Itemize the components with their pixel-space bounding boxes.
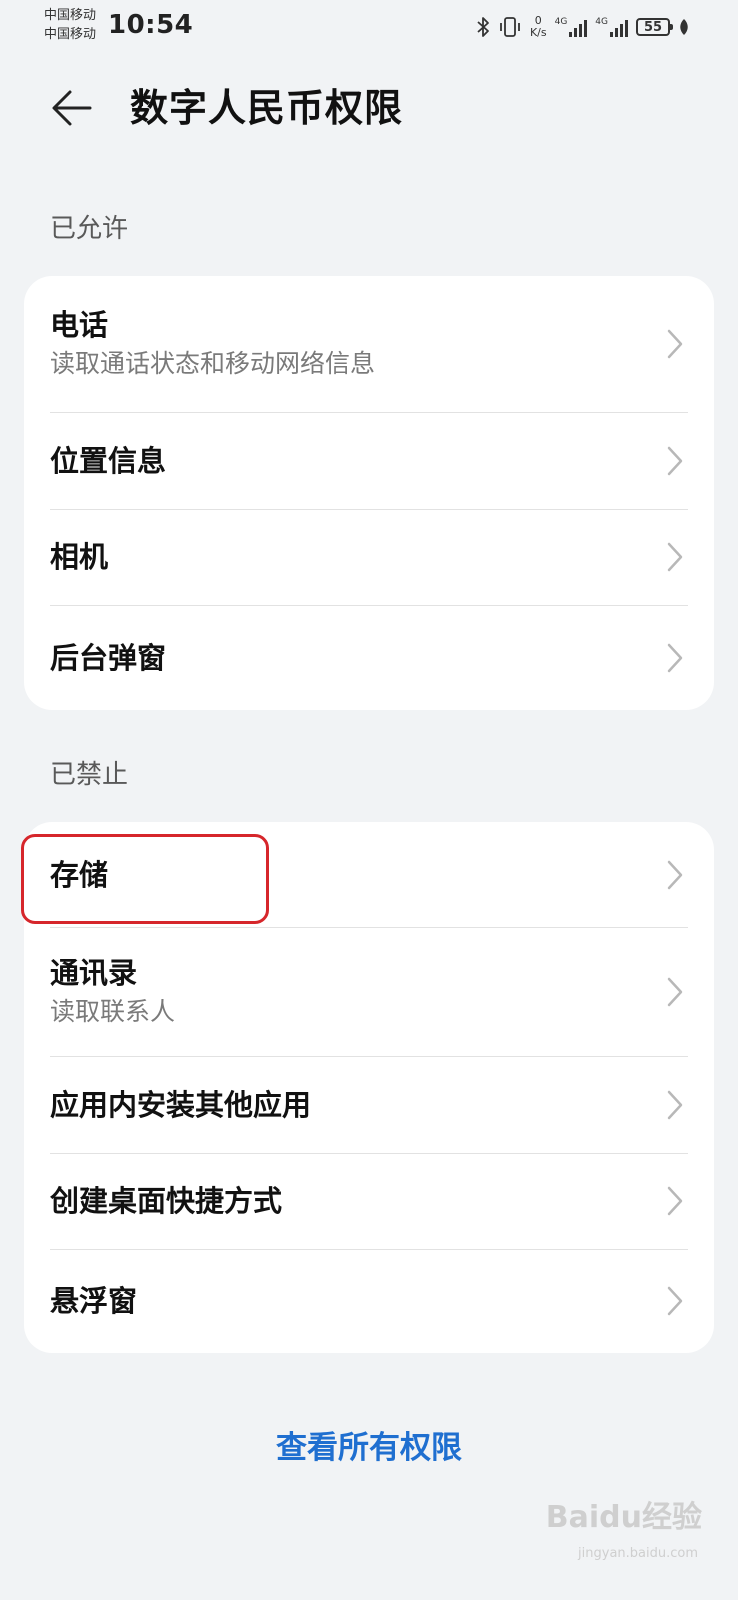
permission-row-phone[interactable]: 电话 读取通话状态和移动网络信息 — [24, 276, 714, 412]
baidu-watermark: Baidu经验 — [545, 1500, 702, 1535]
network-type-1: 4G — [554, 17, 568, 27]
permission-title: 位置信息 — [50, 443, 167, 478]
chevron-right-icon — [667, 860, 683, 889]
chevron-right-icon — [667, 977, 683, 1006]
permission-title: 应用内安装其他应用 — [50, 1087, 312, 1122]
network-type-2: 4G — [595, 17, 608, 27]
allowed-permissions-card: 电话 读取通话状态和移动网络信息 位置信息 相机 后台弹窗 — [24, 276, 714, 710]
permission-title: 相机 — [50, 540, 109, 574]
page-title: 数字人民币权限 — [130, 86, 404, 130]
signal-1: 4G — [555, 17, 588, 37]
arrow-left-icon — [52, 90, 92, 126]
leaf-icon — [680, 19, 688, 35]
signal-bars-1-icon — [569, 17, 588, 37]
chevron-right-icon — [667, 542, 683, 572]
chevron-right-icon — [667, 1090, 683, 1119]
chevron-right-icon — [667, 1186, 683, 1216]
chevron-right-icon — [667, 1286, 683, 1316]
carrier-2: 中国移动 — [44, 27, 97, 42]
section-label-allowed: 已允许 — [50, 214, 129, 244]
status-bar: 中国移动 中国移动 10:54 0 K/s 4G 4G 55 — [0, 0, 738, 52]
status-time: 10:54 — [108, 10, 194, 40]
permission-title: 创建桌面快捷方式 — [50, 1184, 283, 1218]
permission-row-install-apps[interactable]: 应用内安装其他应用 — [24, 1056, 714, 1153]
carrier-names: 中国移动 中国移动 — [44, 6, 96, 44]
permission-title: 通讯录 — [50, 955, 138, 990]
back-button[interactable] — [46, 82, 98, 134]
permission-title: 悬浮窗 — [50, 1284, 138, 1318]
permission-row-contacts[interactable]: 通讯录 读取联系人 — [24, 927, 714, 1056]
chevron-right-icon — [667, 643, 683, 672]
highlight-annotation-box — [21, 834, 269, 924]
permission-subtitle: 读取联系人 — [50, 996, 176, 1026]
permission-row-shortcut[interactable]: 创建桌面快捷方式 — [24, 1153, 714, 1249]
battery-level: 55 — [643, 19, 663, 35]
battery-icon: 55 — [636, 18, 673, 36]
permission-row-camera[interactable]: 相机 — [24, 509, 714, 605]
section-label-denied: 已禁止 — [50, 760, 129, 790]
permission-subtitle: 读取通话状态和移动网络信息 — [50, 349, 376, 378]
signal-bars-2-icon — [610, 17, 628, 37]
baidu-watermark-url: jingyan.baidu.com — [578, 1546, 698, 1561]
bluetooth-icon — [477, 17, 489, 37]
network-speed: 0 K/s — [530, 15, 547, 39]
permission-row-floating-window[interactable]: 悬浮窗 — [24, 1249, 714, 1353]
view-all-permissions-link[interactable]: 查看所有权限 — [0, 1426, 738, 1470]
permission-title: 后台弹窗 — [50, 640, 167, 675]
chevron-right-icon — [667, 329, 683, 359]
speed-unit: K/s — [529, 26, 547, 39]
permission-title: 电话 — [50, 308, 109, 342]
signal-2: 4G — [595, 17, 628, 37]
permission-row-background-popup[interactable]: 后台弹窗 — [24, 605, 714, 710]
permission-row-location[interactable]: 位置信息 — [24, 412, 714, 509]
chevron-right-icon — [667, 446, 683, 475]
status-icons: 0 K/s 4G 4G 55 — [476, 12, 690, 42]
vibrate-icon — [500, 17, 520, 37]
carrier-1: 中国移动 — [44, 8, 97, 23]
